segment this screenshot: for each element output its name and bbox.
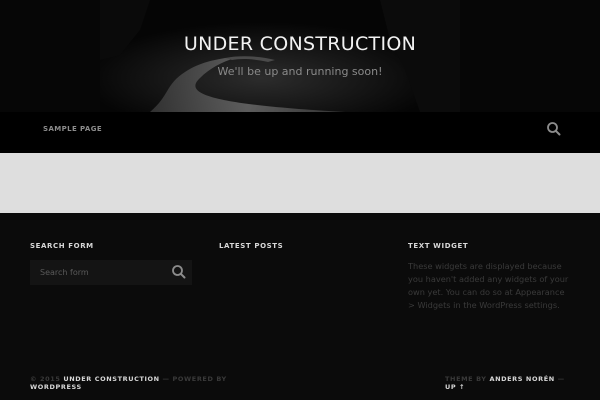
nav-item-sample-page[interactable]: SAMPLE PAGE	[43, 125, 103, 133]
site-credit-link[interactable]: UNDER CONSTRUCTION	[63, 375, 159, 383]
text-widget-body: These widgets are displayed because you …	[408, 261, 569, 310]
back-to-top-link[interactable]: UP ↑	[445, 383, 465, 391]
header-hero: UNDER CONSTRUCTION We'll be up and runni…	[0, 0, 600, 112]
search-icon[interactable]	[545, 120, 563, 138]
wordpress-link[interactable]: WORDPRESS	[30, 383, 82, 391]
main-navigation: SAMPLE PAGE	[0, 112, 600, 153]
copyright-text: © 2015	[30, 375, 64, 383]
content-area	[0, 153, 600, 213]
site-title[interactable]: UNDER CONSTRUCTION	[0, 33, 600, 55]
site-tagline: We'll be up and running soon!	[217, 65, 383, 78]
powered-by-text: — POWERED BY	[159, 375, 227, 383]
header-background-image	[0, 0, 600, 112]
footer-widgets: SEARCH FORM LATEST POSTS TEXT WIDGET The…	[0, 213, 600, 400]
footer-credits-right: THEME BY ANDERS NORÉN — UP ↑	[445, 375, 570, 391]
text-widget-title: TEXT WIDGET	[408, 242, 469, 250]
credits-separator: —	[554, 375, 565, 383]
theme-by-text: THEME BY	[445, 375, 490, 383]
search-icon[interactable]	[170, 263, 188, 281]
theme-author-link[interactable]: ANDERS NORÉN	[489, 375, 554, 383]
footer-credits-left: © 2015 UNDER CONSTRUCTION — POWERED BY W…	[30, 375, 230, 391]
search-form-widget-title: SEARCH FORM	[30, 242, 94, 250]
footer-search-form	[30, 260, 192, 285]
footer-search-input[interactable]	[30, 260, 170, 285]
latest-posts-widget-title: LATEST POSTS	[219, 242, 284, 250]
